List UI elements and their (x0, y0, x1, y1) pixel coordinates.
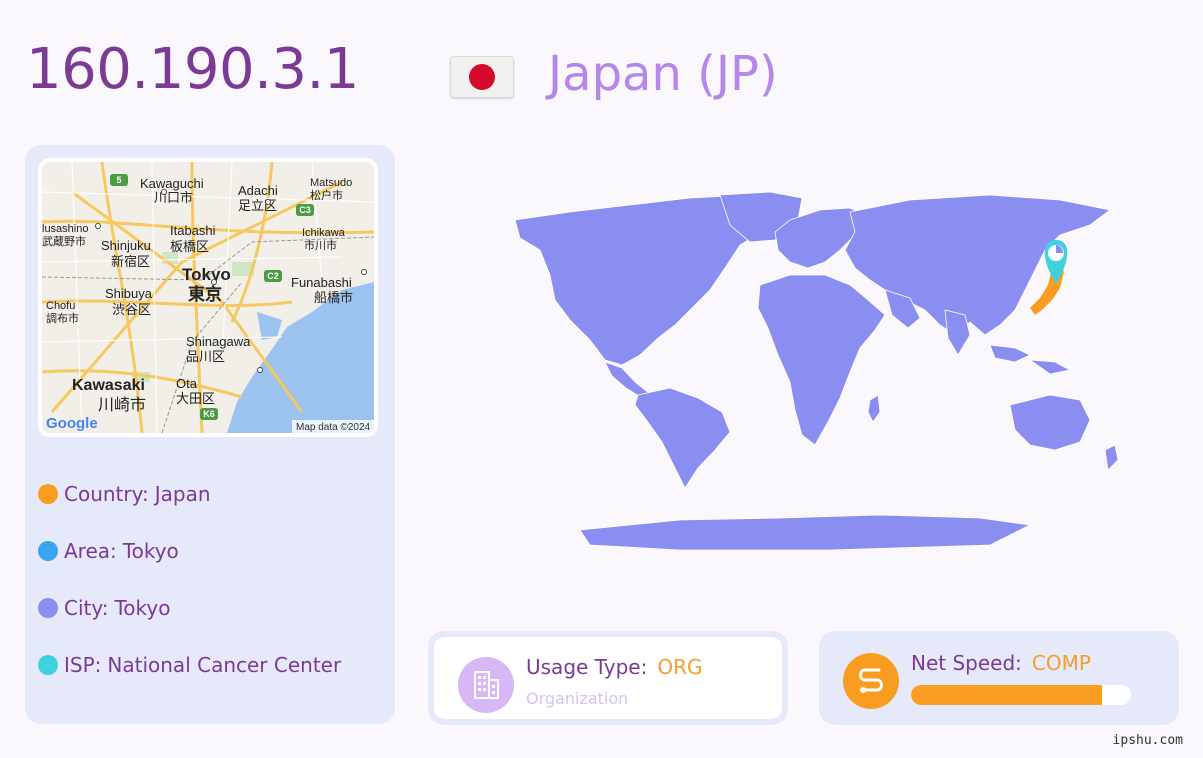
info-value: Tokyo (114, 596, 170, 620)
speed-route-icon (843, 653, 899, 709)
info-label: City: (64, 596, 108, 620)
svg-text:lusashino: lusashino (42, 223, 88, 235)
svg-text:C3: C3 (299, 205, 311, 215)
svg-text:C2: C2 (267, 271, 279, 281)
svg-text:Matsudo: Matsudo (310, 177, 352, 189)
info-row-country: Country: Japan (38, 465, 341, 522)
google-logo: Google (46, 415, 98, 432)
svg-text:Adachi: Adachi (238, 183, 278, 198)
svg-text:川口市: 川口市 (154, 190, 193, 205)
map-attribution: Map data ©2024 (296, 422, 371, 433)
net-speed-bar (911, 685, 1131, 705)
net-speed-bar-fill (911, 685, 1102, 705)
svg-text:新宿区: 新宿区 (111, 254, 150, 269)
japan-flag-icon (450, 56, 514, 98)
info-row-area: Area: Tokyo (38, 522, 341, 579)
usage-card-inner: Usage Type: ORG Organization (434, 637, 782, 719)
svg-text:船橋市: 船橋市 (314, 290, 353, 305)
svg-text:Itabashi: Itabashi (170, 223, 216, 238)
svg-text:Kawasaki: Kawasaki (72, 377, 145, 394)
location-card: 5 C3 C2 K6 Kawaguchi 川口市 Adachi 足立区 Mats… (25, 145, 395, 724)
location-pin-icon (1045, 240, 1068, 284)
svg-text:足立区: 足立区 (238, 198, 277, 213)
mini-map[interactable]: 5 C3 C2 K6 Kawaguchi 川口市 Adachi 足立区 Mats… (38, 158, 378, 437)
net-speed-value: COMP (1032, 651, 1091, 675)
net-speed-title: Net Speed: COMP (911, 651, 1091, 675)
info-value: Tokyo (123, 539, 179, 563)
svg-text:Shinagawa: Shinagawa (186, 334, 251, 349)
svg-text:Tokyo: Tokyo (182, 265, 231, 284)
info-list: Country: Japan Area: Tokyo City: Tokyo I… (38, 465, 341, 693)
svg-text:渋谷区: 渋谷区 (112, 302, 151, 317)
usage-type-card: Usage Type: ORG Organization (428, 631, 788, 725)
info-value: Japan (155, 482, 211, 506)
building-icon (458, 657, 514, 713)
orange-dot-icon (38, 484, 58, 504)
svg-text:調布市: 調布市 (46, 311, 79, 325)
svg-text:板橋区: 板橋区 (170, 239, 209, 254)
svg-text:Ota: Ota (176, 376, 198, 391)
net-speed-card: Net Speed: COMP (819, 631, 1179, 725)
info-label: Area: (64, 539, 117, 563)
svg-text:Shibuya: Shibuya (105, 286, 153, 301)
svg-text:Chofu: Chofu (46, 300, 75, 312)
info-row-isp: ISP: National Cancer Center (38, 636, 341, 693)
svg-text:K6: K6 (203, 409, 215, 419)
net-speed-label: Net Speed: (911, 651, 1022, 675)
usage-type-subtitle: Organization (526, 689, 628, 708)
svg-text:品川区: 品川区 (186, 349, 225, 364)
info-label: Country: (64, 482, 149, 506)
svg-text:Kawaguchi: Kawaguchi (140, 176, 204, 191)
svg-text:5: 5 (116, 175, 121, 185)
svg-text:Funabashi: Funabashi (291, 275, 352, 290)
usage-type-value: ORG (657, 655, 702, 679)
world-map (430, 150, 1190, 570)
info-label: ISP: (64, 653, 101, 677)
svg-text:川崎市: 川崎市 (98, 396, 146, 414)
svg-text:Ichikawa: Ichikawa (302, 227, 346, 239)
info-value: National Cancer Center (107, 653, 341, 677)
svg-text:松户市: 松户市 (310, 188, 343, 202)
svg-text:Shinjuku: Shinjuku (101, 238, 151, 253)
usage-type-title: Usage Type: ORG (526, 655, 703, 679)
svg-text:武蔵野市: 武蔵野市 (42, 234, 86, 248)
svg-text:大田区: 大田区 (176, 391, 215, 406)
ip-address: 160.190.3.1 (26, 42, 359, 98)
svg-text:市川市: 市川市 (304, 238, 337, 252)
blue-dot-icon (38, 541, 58, 561)
info-row-city: City: Tokyo (38, 579, 341, 636)
periwinkle-dot-icon (38, 598, 58, 618)
usage-type-label: Usage Type: (526, 655, 647, 679)
cyan-dot-icon (38, 655, 58, 675)
site-watermark: ipshu.com (1113, 733, 1183, 748)
svg-text:東京: 東京 (188, 284, 222, 304)
country-title: Japan (JP) (548, 50, 778, 98)
